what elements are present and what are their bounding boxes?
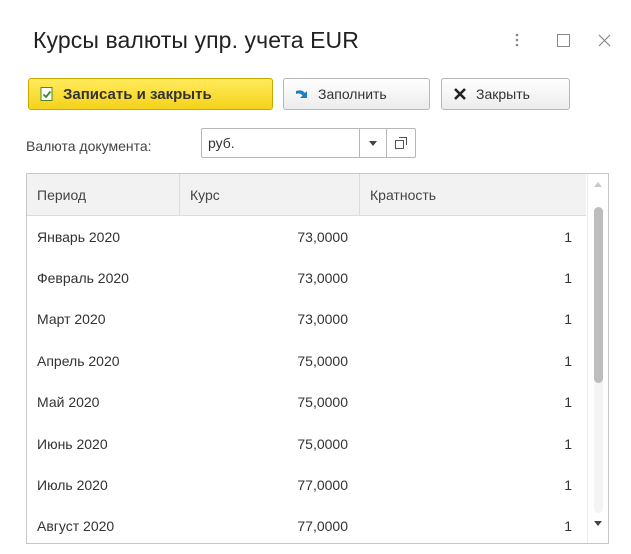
column-header-rate[interactable]: Курс [180, 174, 360, 215]
x-icon [454, 88, 466, 100]
rate-cell: 77,0000 [297, 518, 348, 535]
table-row[interactable]: Февраль 2020 73,0000 1 [27, 257, 586, 298]
save-and-close-button[interactable]: Записать и закрыть [28, 78, 273, 110]
table-row[interactable]: Июль 2020 77,0000 1 [27, 464, 586, 505]
multiplicity-cell: 1 [564, 518, 572, 535]
period-cell: Июнь 2020 [37, 435, 108, 452]
fill-arrow-icon [296, 90, 307, 98]
save-and-close-label: Записать и закрыть [63, 85, 212, 103]
multiplicity-cell: 1 [564, 270, 572, 287]
scroll-up-arrow-icon[interactable] [594, 182, 602, 187]
rate-cell: 73,0000 [297, 270, 348, 287]
multiplicity-cell: 1 [564, 394, 572, 411]
period-cell: Июль 2020 [37, 477, 108, 494]
table-row[interactable]: Август 2020 77,0000 1 [27, 506, 586, 543]
table-row[interactable]: Май 2020 75,0000 1 [27, 382, 586, 423]
maximize-button[interactable] [553, 28, 573, 52]
rate-cell: 75,0000 [297, 435, 348, 452]
currency-open-button[interactable] [386, 128, 416, 158]
close-label: Закрыть [476, 86, 530, 102]
column-header-multiplicity[interactable]: Кратность [360, 174, 586, 215]
table-body: Январь 2020 73,0000 1 Февраль 2020 73,00… [27, 216, 586, 543]
save-document-icon [40, 87, 53, 101]
fill-label: Заполнить [318, 86, 387, 102]
period-cell: Май 2020 [37, 394, 100, 411]
vertical-scrollbar[interactable] [587, 174, 608, 543]
multiplicity-cell: 1 [564, 352, 572, 369]
maximize-icon [556, 33, 570, 47]
column-header-period[interactable]: Период [27, 174, 180, 215]
multiplicity-cell: 1 [564, 435, 572, 452]
scrollbar-thumb[interactable] [594, 207, 603, 383]
rate-cell: 75,0000 [297, 352, 348, 369]
close-icon [598, 34, 610, 46]
rate-cell: 77,0000 [297, 477, 348, 494]
window-title: Курсы валюты упр. учета EUR [33, 27, 359, 53]
open-window-icon [395, 137, 407, 149]
fill-button[interactable]: Заполнить [283, 78, 430, 110]
multiplicity-cell: 1 [564, 477, 572, 494]
more-vertical-icon [515, 33, 519, 47]
period-cell: Январь 2020 [37, 228, 121, 245]
period-cell: Август 2020 [37, 518, 115, 535]
rate-cell: 75,0000 [297, 394, 348, 411]
rate-cell: 73,0000 [297, 311, 348, 328]
close-button[interactable]: Закрыть [441, 78, 570, 110]
currency-dropdown-button[interactable] [359, 128, 387, 158]
period-cell: Апрель 2020 [37, 352, 120, 369]
period-cell: Март 2020 [37, 311, 106, 328]
window-close-button[interactable] [594, 28, 614, 52]
scroll-down-arrow-icon[interactable] [594, 521, 602, 526]
table-row[interactable]: Апрель 2020 75,0000 1 [27, 340, 586, 381]
table-header: Период Курс Кратность [27, 174, 586, 216]
table-row[interactable]: Март 2020 73,0000 1 [27, 299, 586, 340]
currency-input[interactable]: руб. [201, 128, 360, 158]
table-row[interactable]: Июнь 2020 75,0000 1 [27, 423, 586, 464]
exchange-rates-window: Курсы валюты упр. учета EUR Записать и з… [0, 0, 631, 554]
period-cell: Февраль 2020 [37, 270, 129, 287]
rate-cell: 73,0000 [297, 228, 348, 245]
multiplicity-cell: 1 [564, 228, 572, 245]
more-options-button[interactable] [507, 28, 527, 52]
currency-field-label: Валюта документа: [26, 138, 152, 154]
chevron-down-icon [369, 140, 377, 146]
table-row[interactable]: Январь 2020 73,0000 1 [27, 216, 586, 257]
rates-table: Период Курс Кратность Январь 2020 73,000… [26, 173, 609, 544]
multiplicity-cell: 1 [564, 311, 572, 328]
